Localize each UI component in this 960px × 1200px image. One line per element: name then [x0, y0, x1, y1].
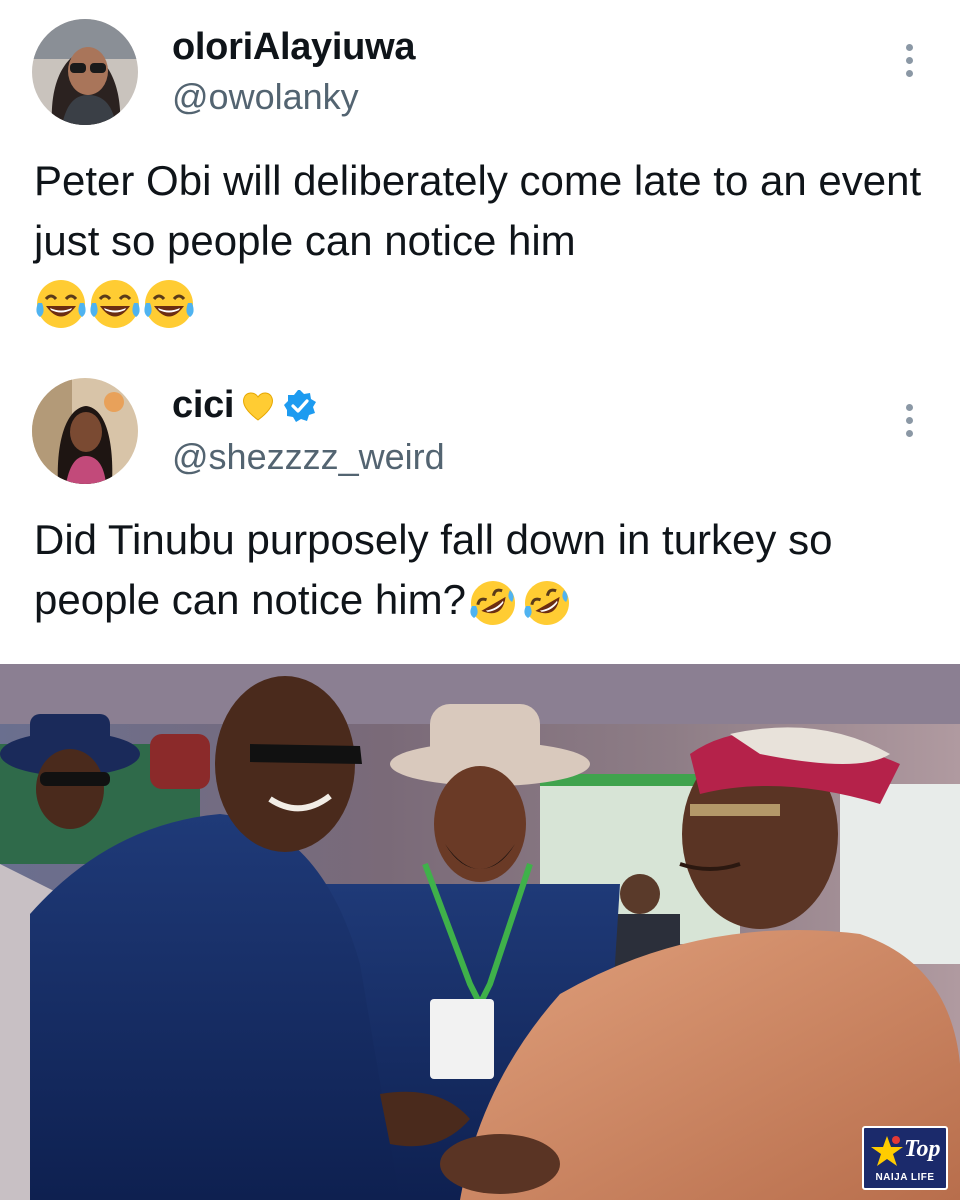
tweet-2[interactable]: cici @shezzzz_weird Did Tinubu purposely… — [0, 360, 960, 660]
watermark-logo: Top NAIJA LIFE — [862, 1126, 948, 1190]
joy-emoji-icon — [90, 279, 140, 328]
watermark-subtitle: NAIJA LIFE — [875, 1172, 935, 1183]
rofl-emoji-icon — [470, 580, 515, 625]
tweet-text: Peter Obi will deliberately come late to… — [34, 151, 930, 331]
tweet-1[interactable]: oloriAlayiuwa @owolanky Peter Obi will d… — [0, 0, 960, 345]
yellow-heart-icon — [243, 392, 274, 421]
more-options-icon[interactable] — [906, 404, 914, 437]
verified-badge-icon[interactable] — [282, 388, 318, 424]
emoji-row — [34, 277, 196, 331]
tweet-text: Did Tinubu purposely fall down in turkey… — [34, 510, 930, 630]
tweet-text-body: Did Tinubu purposely fall down in turkey… — [34, 516, 833, 623]
rofl-emoji-icon — [524, 580, 569, 625]
display-name-text: cici — [172, 384, 235, 426]
watermark-brand: Top — [904, 1136, 941, 1162]
display-name[interactable]: cici — [172, 384, 318, 427]
avatar[interactable] — [32, 378, 138, 484]
star-icon — [871, 1136, 903, 1166]
joy-emoji-icon — [36, 279, 86, 328]
display-name-text: oloriAlayiuwa — [172, 26, 416, 68]
avatar[interactable] — [32, 19, 138, 125]
emoji-row — [466, 576, 574, 630]
joy-emoji-icon — [144, 279, 194, 328]
tweet-text-body: Peter Obi will deliberately come late to… — [34, 157, 922, 264]
user-handle[interactable]: @shezzzz_weird — [172, 436, 445, 478]
event-photo[interactable]: Top NAIJA LIFE — [0, 664, 960, 1200]
user-handle[interactable]: @owolanky — [172, 76, 359, 118]
more-options-icon[interactable] — [906, 44, 914, 77]
display-name[interactable]: oloriAlayiuwa — [172, 26, 415, 69]
